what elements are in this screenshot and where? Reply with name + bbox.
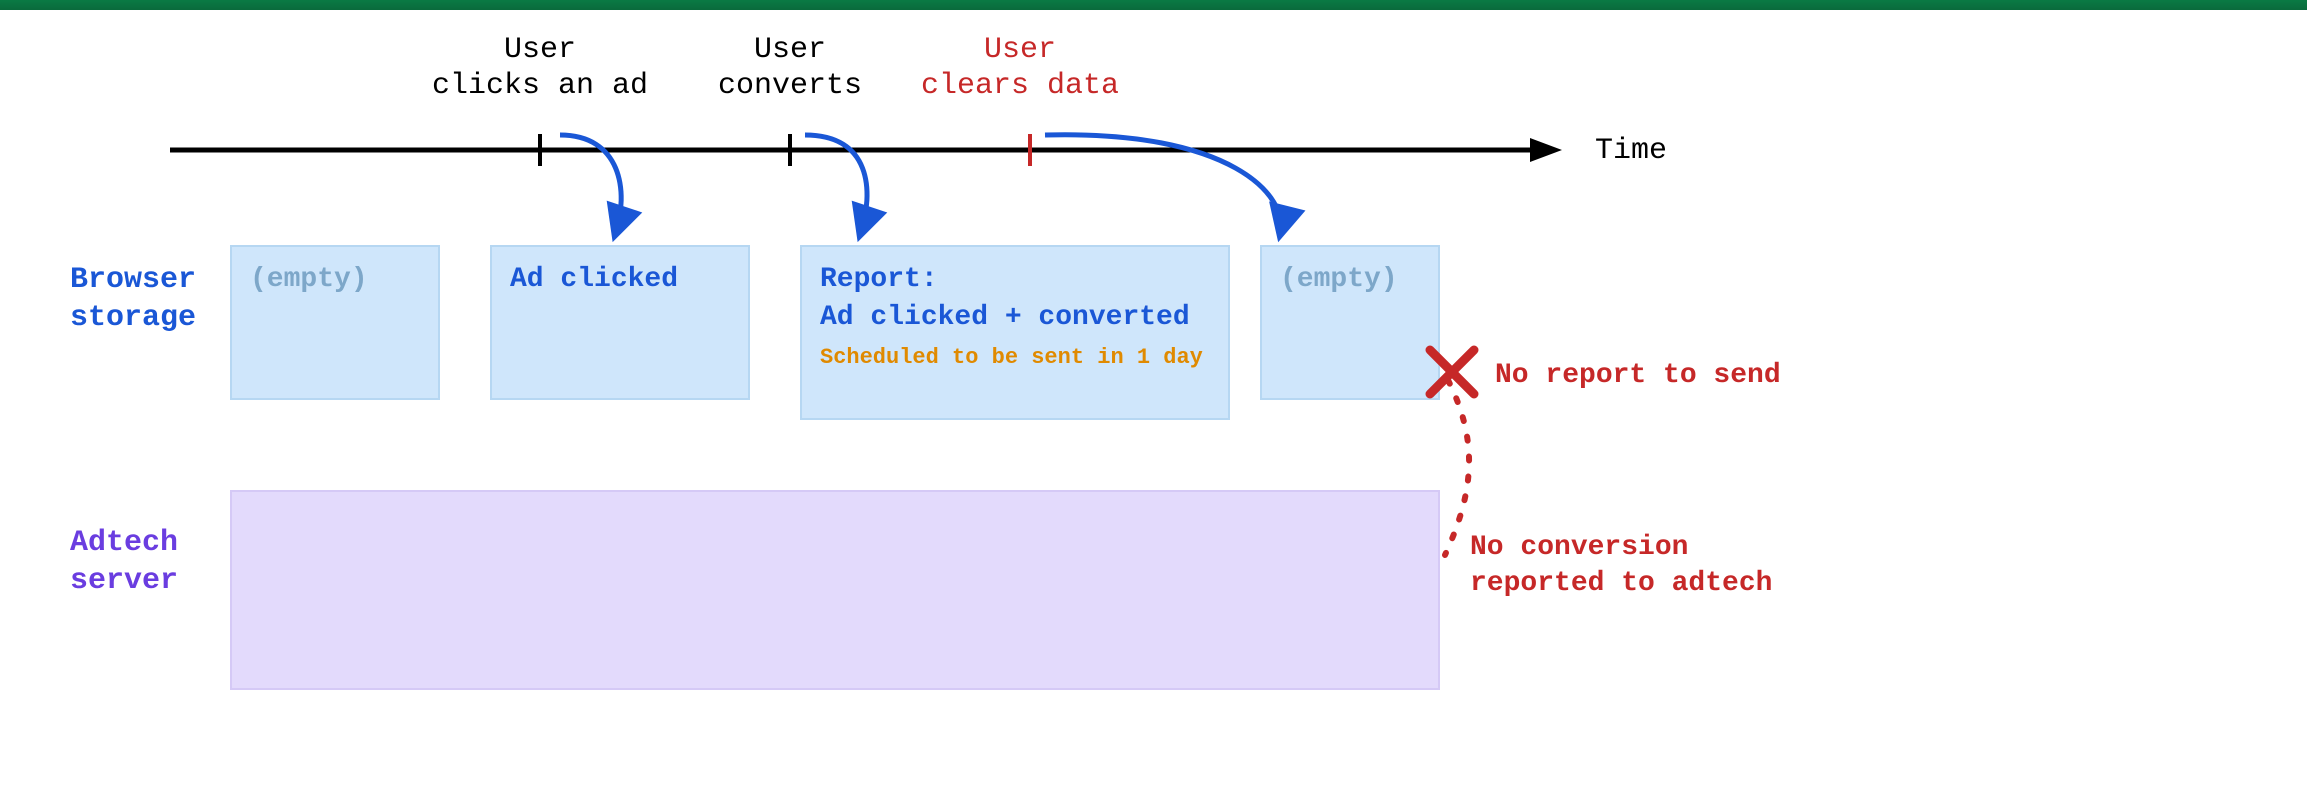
- diagram-stage: User clicks an ad User converts User cle…: [0, 0, 2307, 807]
- lane-label-adtech-server: Adtech server: [70, 525, 178, 600]
- error-no-report: No report to send: [1495, 358, 1781, 394]
- error-no-conversion: No conversion reported to adtech: [1470, 530, 1772, 603]
- adtech-server-box: [230, 490, 1440, 690]
